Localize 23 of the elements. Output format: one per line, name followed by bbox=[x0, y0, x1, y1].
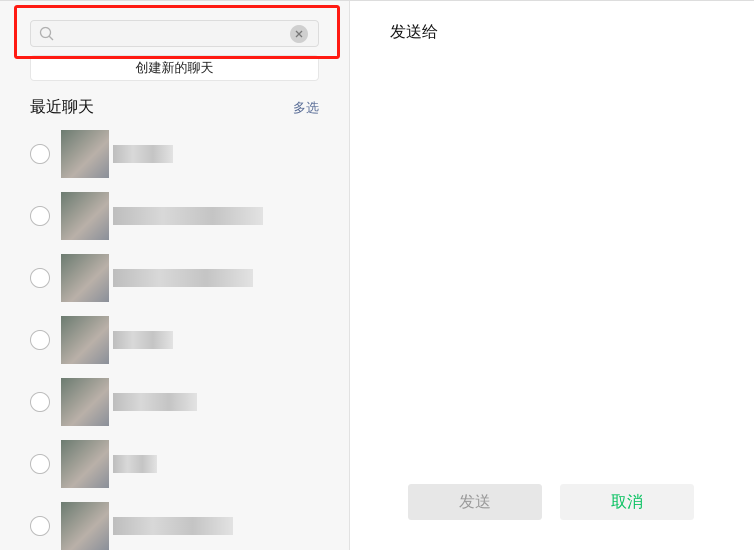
radio-button[interactable] bbox=[30, 144, 50, 164]
blurred-avatar bbox=[61, 130, 109, 178]
blurred-name bbox=[113, 145, 173, 163]
radio-button[interactable] bbox=[30, 454, 50, 474]
radio-button[interactable] bbox=[30, 516, 50, 536]
blurred-avatar bbox=[61, 502, 109, 550]
search-field[interactable] bbox=[30, 20, 319, 48]
blurred-name bbox=[113, 455, 157, 473]
radio-button[interactable] bbox=[30, 392, 50, 412]
radio-button[interactable] bbox=[30, 206, 50, 226]
blurred-avatar bbox=[61, 192, 109, 240]
search-icon bbox=[39, 26, 55, 42]
blurred-avatar bbox=[61, 378, 109, 426]
blurred-name bbox=[113, 331, 173, 349]
blurred-avatar bbox=[61, 440, 109, 488]
section-title: 最近聊天 bbox=[30, 97, 94, 118]
radio-button[interactable] bbox=[30, 268, 50, 288]
radio-button[interactable] bbox=[30, 330, 50, 350]
multi-select-link[interactable]: 多选 bbox=[293, 98, 319, 116]
panel-title: 发送给 bbox=[390, 22, 439, 43]
blurred-avatar bbox=[61, 254, 109, 302]
clear-icon[interactable] bbox=[290, 24, 308, 43]
blurred-avatar bbox=[61, 316, 109, 364]
